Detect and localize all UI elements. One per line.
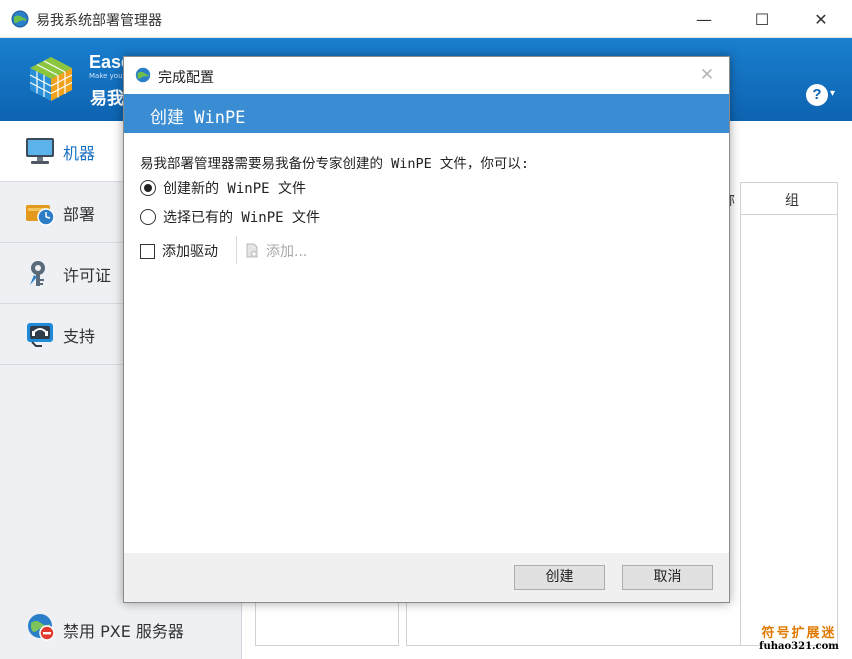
app-globe-icon: [135, 67, 151, 83]
deploy-clock-icon: [26, 205, 55, 226]
sidebar-item-label: 支持: [63, 327, 96, 346]
help-icon[interactable]: ?: [806, 84, 828, 106]
sidebar-item-label: 部署: [63, 205, 96, 224]
watermark-url: fuhao321.com: [759, 641, 839, 652]
radio-select-existing[interactable]: [140, 209, 156, 225]
dialog-title: 完成配置: [158, 70, 214, 86]
finish-config-dialog: 完成配置 ✕ 创建 WinPE 易我部署管理器需要易我备份专家创建的 WinPE…: [123, 56, 730, 603]
add-driver-option[interactable]: 添加驱动: [140, 241, 218, 261]
add-driver-checkbox[interactable]: [140, 243, 155, 259]
add-driver-button[interactable]: 添加...: [245, 241, 307, 261]
dialog-header-title: 创建 WinPE: [150, 108, 246, 128]
globe-disable-icon: [28, 614, 55, 641]
license-key-icon: [30, 261, 45, 286]
add-file-icon: [246, 243, 258, 258]
option-select-existing-winpe[interactable]: 选择已有的 WinPE 文件: [140, 207, 320, 227]
dialog-close-button[interactable]: ✕: [692, 63, 722, 87]
toolbar-separator: [236, 236, 237, 264]
disable-pxe-button[interactable]: 禁用 PXE 服务器: [0, 609, 242, 649]
dialog-body: 易我部署管理器需要易我备份专家创建的 WinPE 文件，你可以: 创建新的 Wi…: [124, 133, 729, 553]
cancel-button[interactable]: 取消: [622, 565, 713, 590]
help-dropdown-caret[interactable]: ▾: [830, 88, 835, 99]
sidebar-item-label: 机器: [63, 144, 96, 163]
brand-name-cn: 易我: [90, 89, 124, 109]
disable-pxe-label: 禁用 PXE 服务器: [63, 622, 184, 641]
add-label: 添加...: [266, 244, 308, 260]
minimize-button[interactable]: —: [675, 0, 733, 38]
app-title: 易我系统部署管理器: [36, 13, 162, 29]
dialog-titlebar: 完成配置 ✕: [124, 57, 729, 93]
logo-cube-icon: [29, 57, 73, 101]
watermark-text: 符号扩展迷: [761, 626, 837, 641]
machine-table-body: [740, 214, 838, 646]
lower-panel-left: [255, 600, 399, 646]
option-label: 选择已有的 WinPE 文件: [163, 210, 321, 226]
maximize-button[interactable]: ☐: [733, 0, 791, 38]
sidebar-item-label: 许可证: [63, 266, 112, 285]
support-headset-icon: [27, 323, 53, 347]
app-titlebar: 易我系统部署管理器 — ☐ ✕: [0, 0, 852, 38]
option-label: 创建新的 WinPE 文件: [163, 181, 307, 197]
monitor-icon: [26, 138, 54, 164]
radio-create-new[interactable]: [140, 180, 156, 196]
close-window-button[interactable]: ✕: [792, 0, 850, 38]
column-header-group[interactable]: 组: [785, 190, 799, 210]
dialog-header-band: 创建 WinPE: [124, 94, 729, 133]
dialog-footer: 创建 取消: [124, 553, 729, 602]
machine-table-header: 称 组: [721, 182, 838, 215]
app-globe-icon: [11, 10, 29, 28]
watermark: 符号扩展迷 fuhao321.com: [754, 622, 844, 652]
dialog-message: 易我部署管理器需要易我备份专家创建的 WinPE 文件，你可以:: [140, 156, 530, 172]
create-button[interactable]: 创建: [514, 565, 605, 590]
brand-tagline: Make your: [89, 72, 126, 80]
add-driver-label: 添加驱动: [162, 244, 218, 260]
option-create-new-winpe[interactable]: 创建新的 WinPE 文件: [140, 178, 306, 198]
